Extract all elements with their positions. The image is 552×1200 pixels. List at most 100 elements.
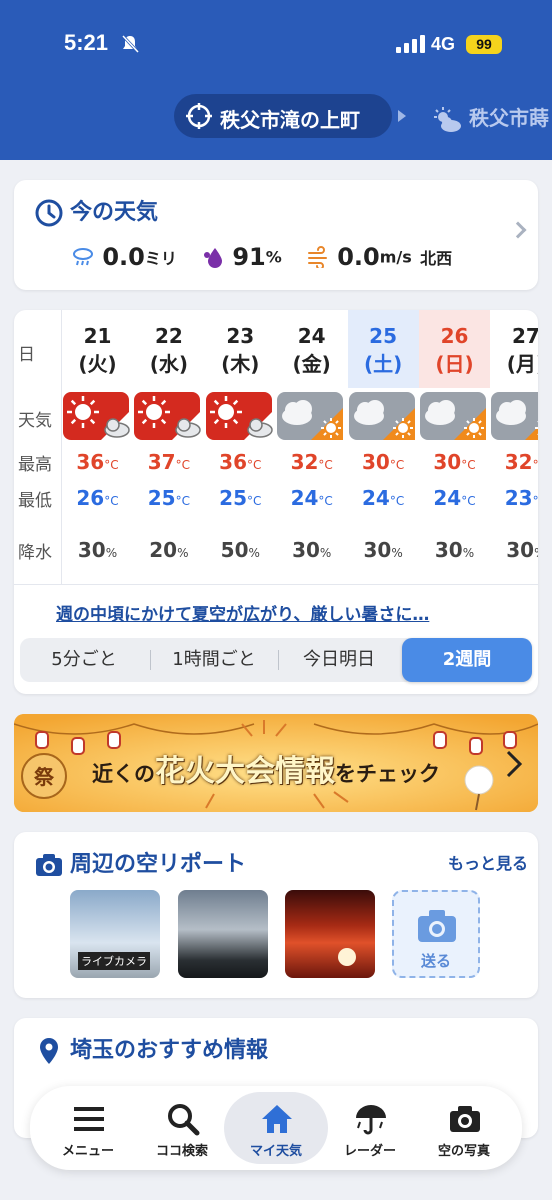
humidity-unit: %: [265, 247, 282, 267]
tab-search[interactable]: ココ検索: [130, 1092, 234, 1164]
rain-chance-unit: %: [534, 546, 538, 560]
rain-chance-unit: %: [462, 546, 475, 560]
tab-radar[interactable]: レーダー: [318, 1092, 422, 1164]
divider: [150, 650, 151, 670]
low-temp: 24°C: [276, 486, 347, 510]
label-rain: 降水: [18, 543, 52, 563]
signal-icon: [396, 35, 425, 53]
forecast-day-header: 26 (日): [419, 310, 490, 388]
camera-icon: [36, 854, 62, 876]
low-temp: 24°C: [419, 486, 490, 510]
sun-cloud-icon: [434, 106, 461, 132]
sky-photo[interactable]: [178, 890, 268, 978]
sunny-then-cloudy-icon: [63, 392, 130, 440]
send-photo-button[interactable]: 送る: [392, 890, 480, 978]
forecast-weekday: (水): [149, 352, 189, 376]
cloudy-then-sunny-icon: [277, 392, 344, 440]
high-temp-value: 32: [290, 450, 319, 474]
rain-chance-unit: %: [105, 546, 118, 560]
rain-chance: 30%: [490, 538, 538, 562]
label-low: 最低: [18, 491, 52, 511]
chevron-right-icon: [506, 750, 523, 778]
high-temp-unit: °C: [532, 458, 538, 472]
fireworks-banner[interactable]: 祭 近くの花火大会情報をチェック: [14, 714, 538, 812]
tab-label: メニュー: [61, 1144, 114, 1159]
tab-my-weather[interactable]: マイ天気: [224, 1092, 328, 1164]
high-temp-unit: °C: [247, 458, 262, 472]
camera-icon: [418, 910, 456, 942]
tab-hourly[interactable]: 1時間ごと: [152, 638, 276, 682]
next-location-tab[interactable]: 秩父市蒔: [432, 102, 549, 133]
high-temp-value: 30: [433, 450, 462, 474]
forecast-day-header: 25 (土): [347, 310, 419, 388]
forecast-day-header: 21 (火): [62, 310, 133, 388]
forecast-day-column[interactable]: 23 (木) 36°C 25°C 50%: [205, 310, 276, 584]
more-link[interactable]: もっと見る: [448, 850, 528, 874]
tab-sky-photos[interactable]: 空の写真: [412, 1092, 516, 1164]
low-temp-unit: °C: [461, 494, 476, 508]
high-temp: 37°C: [133, 450, 204, 474]
current-location-pill[interactable]: 秩父市滝の上町: [174, 94, 392, 138]
chevron-right-icon: [509, 221, 527, 239]
low-temp: 24°C: [348, 486, 419, 510]
current-weather-card[interactable]: 今の天気 0.0ミリ 91% 0.0m/s 北西: [14, 180, 538, 290]
weekly-forecast-card: 日 天気 最高 最低 降水 21 (火) 36°C 26°C 30% 22 (水) 37°C 2…: [14, 310, 538, 694]
forecast-day-column[interactable]: 22 (水) 37°C 25°C 20%: [133, 310, 204, 584]
sun-shape: [338, 948, 356, 966]
low-temp-unit: °C: [318, 494, 333, 508]
rain-chance-value: 30: [506, 538, 535, 562]
sky-photo-live-camera[interactable]: ライブカメラ: [70, 890, 160, 978]
forecast-day-column[interactable]: 24 (金) 32°C 24°C 30%: [276, 310, 347, 584]
svg-text:祭: 祭: [33, 765, 55, 789]
rain-chance-unit: %: [248, 546, 260, 560]
low-temp: 26°C: [62, 486, 133, 510]
humidity-drop-icon: [203, 248, 222, 268]
sky-report-title: 周辺の空リポート: [34, 846, 246, 880]
wind-direction: 北西: [420, 249, 453, 268]
forecast-day-column[interactable]: 26 (日) 30°C 24°C 30%: [419, 310, 490, 584]
location-name: 秩父市滝の上町: [220, 108, 360, 132]
tab-today-tomorrow[interactable]: 今日明日: [280, 638, 398, 682]
low-temp-unit: °C: [532, 494, 538, 508]
cloudy-then-sunny-icon: [491, 392, 538, 440]
label-weather: 天気: [18, 411, 52, 431]
high-temp: 36°C: [62, 450, 133, 474]
menu-icon: [74, 1107, 104, 1131]
current-weather-stats: 0.0ミリ 91% 0.0m/s 北西: [72, 242, 452, 271]
tab-label: 空の写真: [437, 1144, 490, 1159]
forecast-day-column[interactable]: 21 (火) 36°C 26°C 30%: [62, 310, 133, 584]
high-temp-value: 36: [219, 450, 248, 474]
clock-icon: [35, 199, 63, 227]
high-temp: 36°C: [205, 450, 276, 474]
low-temp-value: 25: [147, 486, 176, 510]
precip-value: 0.0: [102, 243, 145, 271]
sky-photo[interactable]: [285, 890, 375, 978]
tab-menu[interactable]: メニュー: [36, 1092, 140, 1164]
forecast-row-labels: 日 天気 最高 最低 降水: [14, 310, 62, 584]
tab-2weeks[interactable]: 2週間: [402, 638, 532, 682]
wind-unit: m/s: [379, 247, 412, 267]
low-temp-unit: °C: [104, 494, 119, 508]
high-temp: 32°C: [276, 450, 347, 474]
forecast-weekday: (火): [78, 352, 117, 376]
forecast-comment-link[interactable]: 週の中頃にかけて夏空が広がり、厳しい暑さに…: [56, 600, 429, 625]
wind-value: 0.0: [337, 243, 380, 271]
live-camera-label: ライブカメラ: [78, 952, 150, 970]
wind-icon: [307, 246, 327, 268]
low-temp-value: 24: [433, 486, 462, 510]
low-temp-unit: °C: [175, 494, 190, 508]
crosshair-location-icon: [186, 103, 212, 129]
tab-5min[interactable]: 5分ごと: [20, 638, 148, 682]
forecast-day-column[interactable]: 27(月)32°C23°C30%: [490, 310, 538, 584]
rain-chance: 30%: [276, 538, 347, 562]
high-temp: 30°C: [348, 450, 419, 474]
forecast-day-header: 23 (木): [205, 310, 276, 388]
high-temp-unit: °C: [175, 458, 190, 472]
low-temp: 23°C: [490, 486, 538, 510]
forecast-date: 22: [154, 324, 183, 348]
battery-badge: 99: [466, 35, 502, 54]
high-temp-unit: °C: [104, 458, 119, 472]
forecast-date: 24: [297, 324, 326, 348]
forecast-day-column[interactable]: 25 (土) 30°C 24°C 30%: [347, 310, 419, 584]
app-header: 5:21 4G 99 秩父市滝の上町 秩父市蒔: [0, 0, 552, 160]
